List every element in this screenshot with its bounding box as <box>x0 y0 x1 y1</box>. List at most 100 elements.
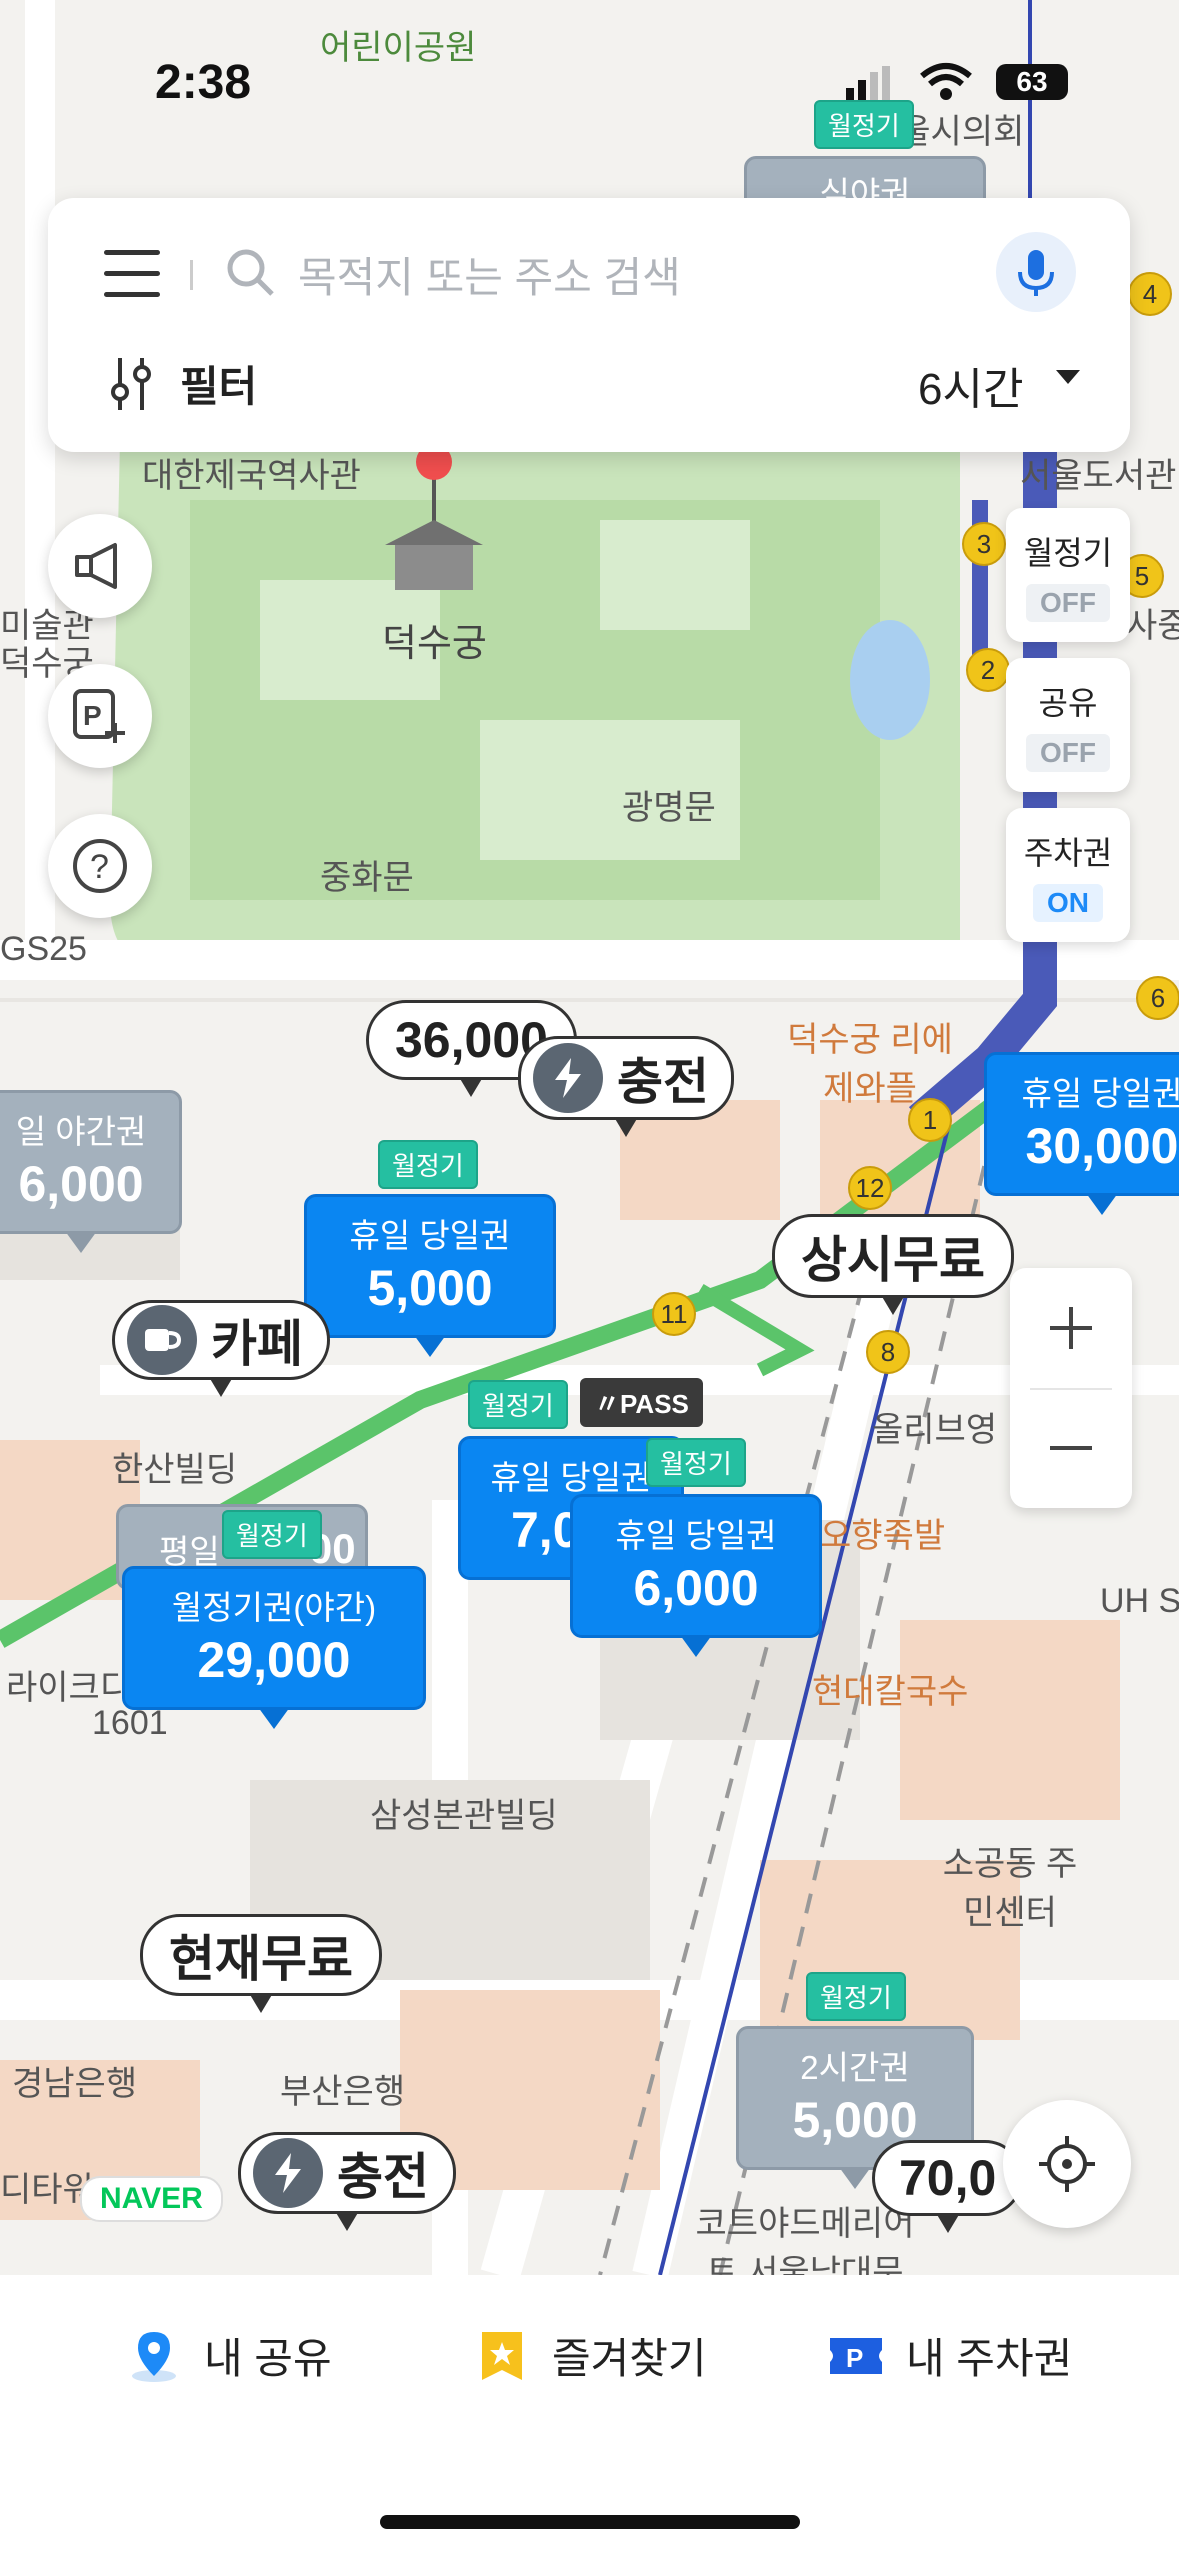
pill-text: 카페 <box>211 1316 303 1372</box>
svg-text:P: P <box>846 2343 863 2373</box>
price-pill[interactable]: 70,0 <box>872 2140 1024 2233</box>
marker-title: 일 야간권 <box>15 1113 147 1150</box>
pill-text: 충전 <box>617 1054 709 1110</box>
parking-ticket-icon: P <box>828 2328 884 2384</box>
route-number: 11 <box>652 1292 696 1336</box>
route-number: 8 <box>866 1330 910 1374</box>
monthly-tag: 월정기 <box>468 1380 568 1429</box>
map-label-restaurant: 덕수궁 리에제와플 <box>787 1021 953 1108</box>
nav-label: 내 주차권 <box>906 2335 1073 2382</box>
free-always-pill[interactable]: 상시무료 <box>772 1214 1014 1315</box>
zoom-in-button[interactable] <box>1010 1268 1132 1388</box>
route-number: 4 <box>1128 272 1172 316</box>
cafe-pill[interactable]: 카페 <box>112 1300 330 1397</box>
pass-badge: 〃PASS <box>580 1378 703 1427</box>
toggle-share[interactable]: 공유 OFF <box>1006 658 1130 792</box>
charge-pill[interactable]: 충전 <box>238 2132 456 2231</box>
status-time: 2:38 <box>155 56 252 109</box>
route-number: 12 <box>848 1166 892 1210</box>
marker-title: 휴일 당일권 <box>349 1217 511 1254</box>
wifi-icon <box>920 62 972 106</box>
battery-icon: 63 <box>996 64 1068 100</box>
parking-marker[interactable]: 월정기권(야간) 29,000 <box>122 1566 426 1729</box>
bottom-nav: 내 공유 즐겨찾기 P 내 주차권 <box>0 2275 1179 2556</box>
marker-title: 평일 <box>159 1533 220 1570</box>
signal-icon <box>846 66 890 104</box>
toggle-state: OFF <box>1026 584 1110 622</box>
nav-my-share[interactable]: 내 공유 <box>126 2325 332 2386</box>
plus-icon <box>1050 1307 1092 1349</box>
pill-text: 현재무료 <box>169 1931 353 1987</box>
current-location-button[interactable] <box>1003 2100 1131 2228</box>
help-icon: ? <box>73 839 127 893</box>
pill-text: 상시무료 <box>801 1232 985 1288</box>
naver-logo: NAVER <box>80 2176 223 2222</box>
help-button[interactable]: ? <box>48 814 152 918</box>
map-label-gate1: 광명문 <box>622 789 716 827</box>
svg-text:?: ? <box>90 848 109 886</box>
marker-price: 29,000 <box>197 1632 351 1688</box>
home-indicator <box>380 2515 800 2529</box>
filter-icon[interactable] <box>108 356 154 412</box>
map-label-palace: 덕수궁 <box>382 623 487 665</box>
announcement-button[interactable] <box>48 514 152 618</box>
marker-title: 2시간권 <box>800 2049 910 2086</box>
star-icon <box>474 2328 530 2384</box>
marker-title: 월정기권(야간) <box>171 1589 377 1626</box>
marker-price: 6,000 <box>633 1560 759 1616</box>
toggle-label: 공유 <box>1038 685 1098 721</box>
map-label-gate2: 중화문 <box>320 859 414 897</box>
menu-icon[interactable] <box>104 250 160 298</box>
filter-button[interactable]: 필터 <box>180 353 257 414</box>
charge-pill[interactable]: 충전 <box>518 1036 734 1137</box>
pass-logo-icon: 〃 <box>594 1389 621 1419</box>
parking-marker[interactable]: 휴일 당일권 5,000 <box>304 1194 556 1357</box>
map-label-gs25: GS25 <box>0 930 87 968</box>
map-label-gyeongnam: 경남은행 <box>12 2065 138 2103</box>
parking-add-icon: P <box>73 689 125 743</box>
microphone-icon <box>1018 250 1054 296</box>
pill-text: 70,0 <box>899 2150 997 2206</box>
toggle-monthly[interactable]: 월정기 OFF <box>1006 508 1130 642</box>
search-card: 목적지 또는 주소 검색 필터 6시간 <box>48 198 1130 452</box>
marker-price: 30,000 <box>1025 1118 1179 1174</box>
megaphone-icon <box>75 543 117 589</box>
marker-price: 6,000 <box>18 1156 144 1212</box>
map-label-center: 소공동 주민센터 <box>942 1845 1078 1932</box>
map-label-oliveyoung: 올리브영 <box>872 1411 998 1449</box>
free-now-pill[interactable]: 현재무료 <box>140 1914 382 2013</box>
map-label-library: 서울도서관 <box>1020 457 1177 495</box>
marker-title: 휴일 당일권 <box>615 1517 777 1554</box>
marker-title: 휴일 당일권 <box>1021 1075 1179 1112</box>
map-label-playground: 어린이공원 <box>320 29 477 67</box>
map-label-laik: 라이크디 <box>6 1669 132 1707</box>
time-filter-select[interactable]: 6시간 <box>918 353 1023 417</box>
map-label-museum: 대한제국역사관 <box>142 457 361 495</box>
toggle-state: OFF <box>1026 734 1110 772</box>
lightning-icon <box>253 2138 323 2208</box>
toggle-state: ON <box>1033 884 1103 922</box>
zoom-out-button[interactable] <box>1010 1388 1132 1508</box>
search-icon <box>224 246 278 300</box>
map-label-busan: 부산은행 <box>280 2073 406 2111</box>
monthly-tag: 월정기 <box>646 1438 746 1487</box>
parking-marker[interactable]: 일 야간권 6,000 <box>0 1090 182 1253</box>
search-input[interactable]: 목적지 또는 주소 검색 <box>298 244 681 305</box>
chevron-down-icon <box>1056 370 1080 384</box>
pass-label: PASS <box>620 1389 689 1419</box>
nav-label: 즐겨찾기 <box>552 2335 707 2382</box>
nav-my-ticket[interactable]: P 내 주차권 <box>828 2325 1072 2386</box>
minus-icon <box>1050 1446 1092 1450</box>
parking-marker[interactable]: 휴일 당일권 30,000 <box>984 1052 1179 1215</box>
toggle-ticket[interactable]: 주차권 ON <box>1006 808 1130 942</box>
toggle-label: 월정기 <box>1023 535 1113 571</box>
parking-marker[interactable]: 휴일 당일권 6,000 <box>570 1494 822 1657</box>
route-number: 2 <box>966 648 1010 692</box>
add-parking-button[interactable]: P <box>48 664 152 768</box>
map-label-hansan: 한산빌딩 <box>112 1451 238 1489</box>
crosshair-icon <box>1039 2136 1095 2192</box>
nav-favorites[interactable]: 즐겨찾기 <box>474 2325 707 2386</box>
microphone-button[interactable] <box>996 232 1076 312</box>
map-label-kalguksu: 현대칼국수 <box>812 1673 969 1711</box>
monthly-tag: 월정기 <box>806 1972 906 2021</box>
